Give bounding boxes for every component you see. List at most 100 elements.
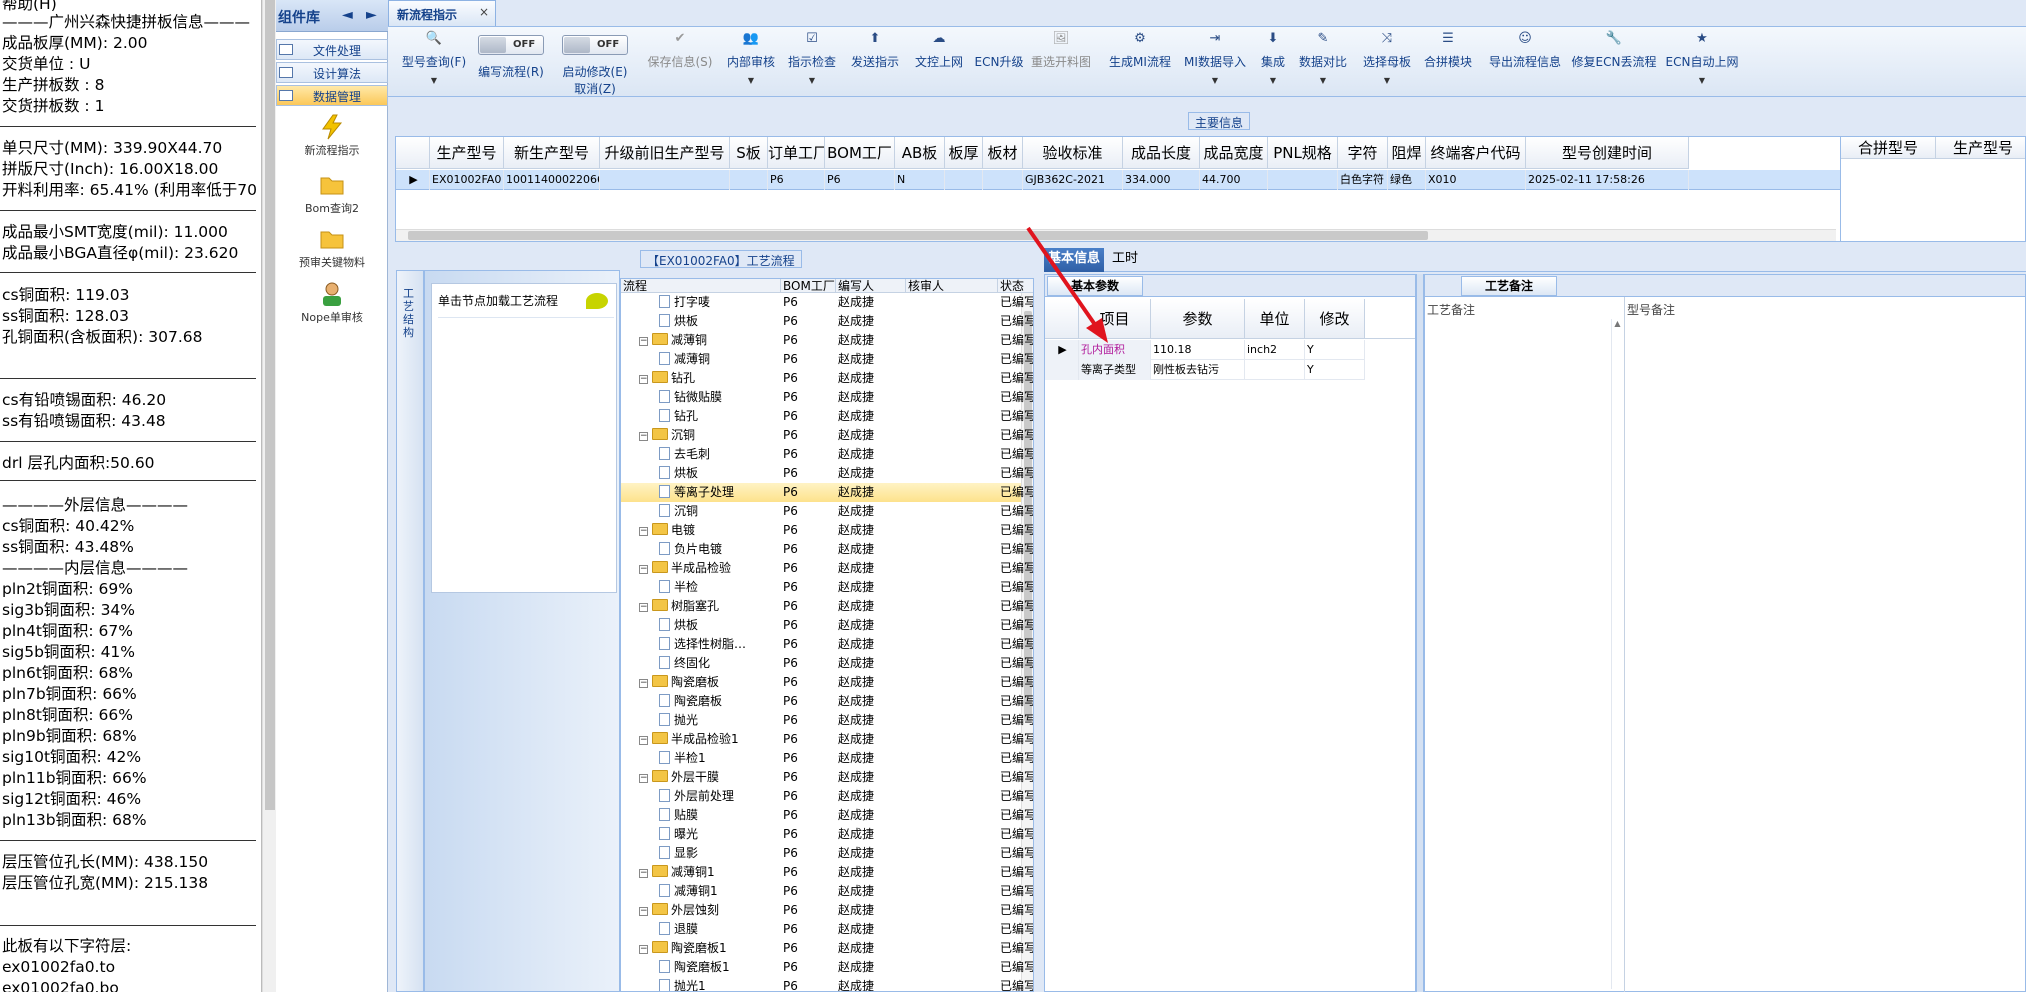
tree-row[interactable]: 半检1 P6 赵成捷 已编写 xyxy=(621,749,1033,768)
column-header[interactable]: 生产型号 xyxy=(1936,137,2025,159)
toolbar-button-17[interactable]: 🔧 修复ECN丢流程 xyxy=(1564,31,1664,70)
tree-node[interactable]: 显影 xyxy=(621,844,781,863)
tree-row[interactable]: − 外层蚀刻 P6 赵成捷 已编写 xyxy=(621,901,1033,920)
column-header[interactable]: 成品宽度 xyxy=(1200,137,1268,169)
tree-row[interactable]: 打字唛 P6 赵成捷 已编写 xyxy=(621,293,1033,312)
tab-new-process[interactable]: 新流程指示 × xyxy=(388,0,496,26)
tree-node[interactable]: 外层前处理 xyxy=(621,787,781,806)
tree-row[interactable]: − 减薄铜 P6 赵成捷 已编写 xyxy=(621,331,1033,350)
column-header[interactable]: PNL规格 xyxy=(1268,137,1338,169)
tree-row[interactable]: 曝光 P6 赵成捷 已编写 xyxy=(621,825,1033,844)
tree-node[interactable]: − 半成品检验1 xyxy=(621,730,781,749)
column-header[interactable]: S板 xyxy=(730,137,768,169)
tree-node[interactable]: 终固化 xyxy=(621,654,781,673)
toolbar-button-18[interactable]: ★ ECN自动上网 ▼ xyxy=(1652,31,1752,88)
h-scrollbar-thumb[interactable] xyxy=(408,231,1428,240)
collapse-icon[interactable]: − xyxy=(639,527,648,536)
tree-node[interactable]: 抛光 xyxy=(621,711,781,730)
tree-node[interactable]: 钻微贴膜 xyxy=(621,388,781,407)
tree-node[interactable]: − 减薄铜 xyxy=(621,331,781,350)
tree-row[interactable]: − 半成品检验 P6 赵成捷 已编写 xyxy=(621,559,1033,578)
collapse-icon[interactable]: − xyxy=(639,869,648,878)
column-header[interactable]: 板材 xyxy=(983,137,1023,169)
table-cell[interactable]: P6 xyxy=(768,170,825,190)
tree-node[interactable]: − 沉铜 xyxy=(621,426,781,445)
collapse-icon[interactable]: − xyxy=(639,679,648,688)
close-icon[interactable]: × xyxy=(479,5,489,19)
tree-row[interactable]: 退膜 P6 赵成捷 已编写 xyxy=(621,920,1033,939)
collapse-icon[interactable]: − xyxy=(639,774,648,783)
tree-row[interactable]: 钻孔 P6 赵成捷 已编写 xyxy=(621,407,1033,426)
tree-row[interactable]: 显影 P6 赵成捷 已编写 xyxy=(621,844,1033,863)
tree-node[interactable]: − 半成品检验 xyxy=(621,559,781,578)
tree-row[interactable]: 贴膜 P6 赵成捷 已编写 xyxy=(621,806,1033,825)
tree-node[interactable]: 贴膜 xyxy=(621,806,781,825)
column-header[interactable]: BOM工厂 xyxy=(825,137,895,169)
toolbar-button-16[interactable]: ☺ 导出流程信息 xyxy=(1475,31,1575,70)
tree-node[interactable]: − 减薄铜1 xyxy=(621,863,781,882)
nav-next-icon[interactable]: ► xyxy=(366,7,377,23)
tree-row[interactable]: 陶瓷磨板 P6 赵成捷 已编写 xyxy=(621,692,1033,711)
scrollbar-thumb[interactable] xyxy=(265,0,275,810)
column-header[interactable]: 生产型号 xyxy=(430,137,504,169)
comp-item-1[interactable]: 设计算法 xyxy=(276,62,388,83)
tree-row[interactable]: 去毛刺 P6 赵成捷 已编写 xyxy=(621,445,1033,464)
column-header[interactable]: 单位 xyxy=(1245,299,1305,339)
param-cell[interactable]: Y xyxy=(1305,340,1365,360)
tree-row[interactable]: 烘板 P6 赵成捷 已编写 xyxy=(621,616,1033,635)
tree-node[interactable]: 选择性树脂… xyxy=(621,635,781,654)
column-header[interactable]: 合拼型号 xyxy=(1841,137,1936,159)
column-header[interactable]: 升级前旧生产型号 xyxy=(600,137,730,169)
column-header[interactable]: 成品长度 xyxy=(1123,137,1200,169)
collapse-icon[interactable]: − xyxy=(639,736,648,745)
tree-row[interactable]: 抛光1 P6 赵成捷 已编写 xyxy=(621,977,1033,991)
tree-column-header[interactable]: 流程 xyxy=(621,279,781,293)
tree-node[interactable]: − 外层蚀刻 xyxy=(621,901,781,920)
toggle-1[interactable]: OFF xyxy=(478,35,544,55)
tree-node[interactable]: 半检1 xyxy=(621,749,781,768)
tree-row[interactable]: 减薄铜 P6 赵成捷 已编写 xyxy=(621,350,1033,369)
tree-node[interactable]: 减薄铜1 xyxy=(621,882,781,901)
table-cell[interactable]: GJB362C-2021 xyxy=(1023,170,1123,190)
column-header[interactable]: 阻焊 xyxy=(1388,137,1426,169)
table-cell[interactable]: 10011400022066 xyxy=(504,170,600,190)
tree-column-header[interactable]: 核审人 xyxy=(906,279,998,293)
tree-node[interactable]: 钻孔 xyxy=(621,407,781,426)
tool-0[interactable]: 新流程指示 xyxy=(276,114,388,158)
table-cell[interactable]: P6 xyxy=(825,170,895,190)
tree-row[interactable]: 抛光 P6 赵成捷 已编写 xyxy=(621,711,1033,730)
tree-node[interactable]: 负片电镀 xyxy=(621,540,781,559)
table-row[interactable]: ▶ EX01002FA0 10011400022066 P6 P6 N GJB362C-20… xyxy=(396,170,1842,190)
table-cell[interactable]: 2025-02-11 17:58:26 xyxy=(1526,170,1689,190)
tree-row[interactable]: − 钻孔 P6 赵成捷 已编写 xyxy=(621,369,1033,388)
tree-row[interactable]: − 半成品检验1 P6 赵成捷 已编写 xyxy=(621,730,1033,749)
column-header[interactable]: 新生产型号 xyxy=(504,137,600,169)
tool-2[interactable]: 预审关键物料 xyxy=(276,226,388,270)
tree-node[interactable]: 退膜 xyxy=(621,920,781,939)
collapse-icon[interactable]: − xyxy=(639,375,648,384)
tree-node[interactable]: 减薄铜 xyxy=(621,350,781,369)
tree-row[interactable]: 外层前处理 P6 赵成捷 已编写 xyxy=(621,787,1033,806)
tree-row[interactable]: − 树脂塞孔 P6 赵成捷 已编写 xyxy=(621,597,1033,616)
table-cell[interactable] xyxy=(945,170,983,190)
tree-node[interactable]: 打字唛 xyxy=(621,293,781,312)
tree-row[interactable]: 钻微贴膜 P6 赵成捷 已编写 xyxy=(621,388,1033,407)
nav-prev-icon[interactable]: ◄ xyxy=(342,7,353,23)
tool-3[interactable]: Nope单审核 xyxy=(276,281,388,325)
splitter[interactable] xyxy=(1416,274,1424,992)
tree-node[interactable]: 等离子处理 xyxy=(621,483,781,502)
table-cell[interactable]: 334.000 xyxy=(1123,170,1200,190)
tool-1[interactable]: Bom查询2 xyxy=(276,172,388,216)
tree-row[interactable]: 烘板 P6 赵成捷 已编写 xyxy=(621,312,1033,331)
tree-row[interactable]: 沉铜 P6 赵成捷 已编写 xyxy=(621,502,1033,521)
tree-row[interactable]: 减薄铜1 P6 赵成捷 已编写 xyxy=(621,882,1033,901)
tree-node[interactable]: − 电镀 xyxy=(621,521,781,540)
tree-node[interactable]: − 陶瓷磨板1 xyxy=(621,939,781,958)
param-cell[interactable]: Y xyxy=(1305,360,1365,380)
column-header[interactable]: 型号创建时间 xyxy=(1526,137,1689,169)
tree-row[interactable]: − 电镀 P6 赵成捷 已编写 xyxy=(621,521,1033,540)
tree-column-header[interactable]: 编写人 xyxy=(836,279,906,293)
column-header[interactable]: 订单工厂 xyxy=(768,137,825,169)
tree-node[interactable]: − 树脂塞孔 xyxy=(621,597,781,616)
tree-row[interactable]: − 沉铜 P6 赵成捷 已编写 xyxy=(621,426,1033,445)
